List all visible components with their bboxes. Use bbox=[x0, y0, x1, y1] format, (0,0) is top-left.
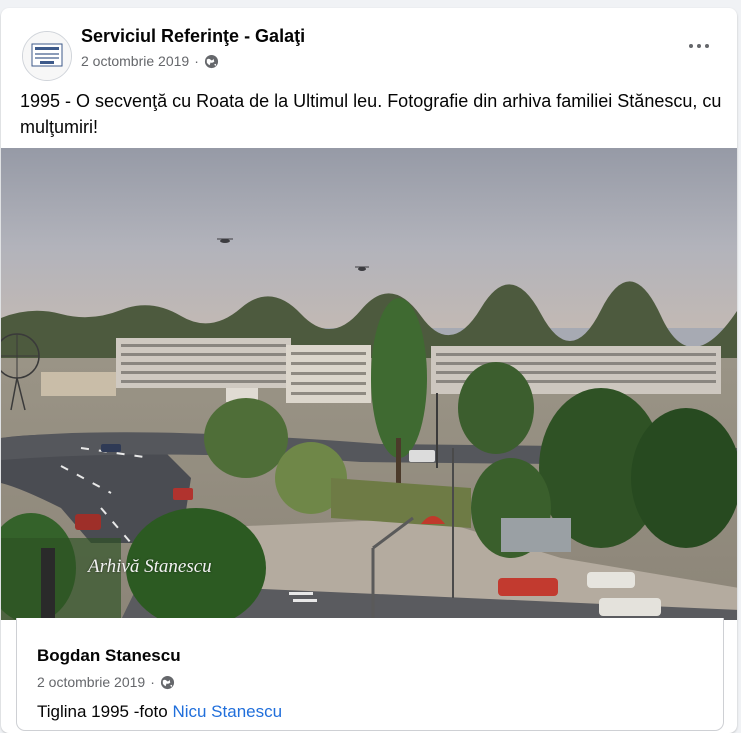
post-text: 1995 - O secvenţă cu Roata de la Ultimul… bbox=[20, 91, 722, 137]
globe-icon[interactable] bbox=[204, 54, 219, 69]
globe-icon[interactable] bbox=[160, 675, 175, 690]
post-meta: 2 octombrie 2019 · bbox=[81, 53, 219, 69]
shared-post-meta: 2 octombrie 2019 · bbox=[37, 674, 175, 690]
shared-post-text: Tiglina 1995 -foto Nicu Stanescu bbox=[37, 702, 282, 722]
shared-meta-separator: · bbox=[150, 674, 155, 690]
meta-separator: · bbox=[194, 53, 199, 69]
shared-post-attachment[interactable]: Bogdan Stanescu 2 octombrie 2019 · Tigli… bbox=[16, 618, 724, 731]
post-date[interactable]: 2 octombrie 2019 bbox=[81, 53, 189, 69]
post-photo[interactable]: Arhivă Stanescu bbox=[1, 148, 737, 620]
shared-author-name[interactable]: Bogdan Stanescu bbox=[37, 646, 181, 666]
shared-text-prefix: Tiglina 1995 -foto bbox=[37, 702, 173, 721]
photo-scene bbox=[1, 148, 737, 620]
post-card: Serviciul Referinţe - Galaţi 2 octombrie… bbox=[1, 8, 737, 733]
page-avatar[interactable] bbox=[22, 31, 72, 81]
page-name[interactable]: Serviciul Referinţe - Galaţi bbox=[81, 26, 305, 47]
photo-watermark: Arhivă Stanescu bbox=[88, 556, 212, 577]
tagged-person-link[interactable]: Nicu Stanescu bbox=[172, 702, 282, 721]
shared-post-date[interactable]: 2 octombrie 2019 bbox=[37, 674, 145, 690]
more-options-icon[interactable] bbox=[681, 36, 717, 56]
